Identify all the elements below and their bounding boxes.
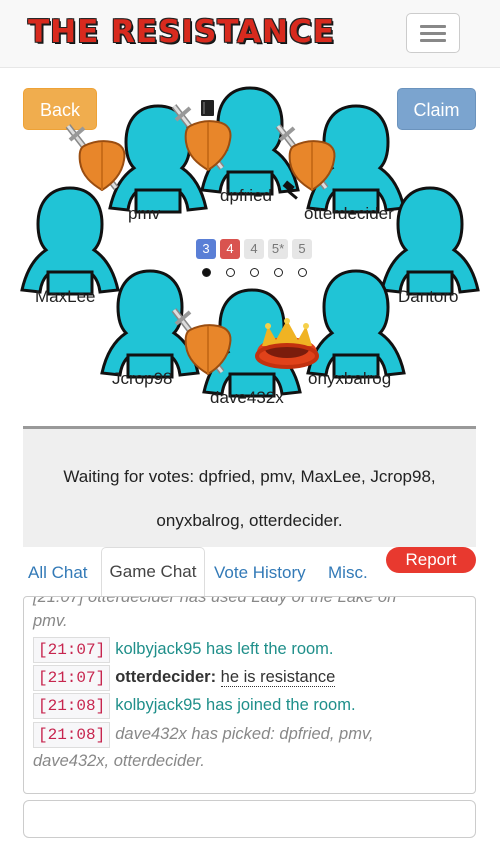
chat-message: [21:07] kolbyjack95 has left the room. xyxy=(33,635,334,663)
mission-box-5: 5 xyxy=(292,239,312,259)
message-text: kolbyjack95 has joined the room. xyxy=(115,696,356,714)
player-name: onyxbalrog xyxy=(308,369,392,388)
chat-message: [21:07] otterdecider has used Lady of th… xyxy=(33,596,397,606)
navbar: THE RESISTANCE xyxy=(0,0,500,68)
game-board: Back Claim pmv dpfried otterdecider MaxL… xyxy=(0,68,500,428)
timestamp: [21:07] xyxy=(33,665,111,691)
message-text: he is resistance xyxy=(220,668,336,687)
player-name: dpfried xyxy=(220,186,272,205)
crown-icon xyxy=(255,318,319,369)
message-user: otterdecider: xyxy=(115,668,217,686)
report-button[interactable]: Report xyxy=(386,547,476,573)
chat-message-continued: dave432x, otterdecider. xyxy=(33,752,205,770)
status-text: Waiting for votes: dpfried, pmv, MaxLee,… xyxy=(23,455,476,543)
tab-misc[interactable]: Misc. xyxy=(328,563,368,583)
tab-all-chat[interactable]: All Chat xyxy=(28,563,88,583)
player-name: MaxLee xyxy=(35,287,96,306)
timestamp: [21:08] xyxy=(33,693,111,719)
app-logo[interactable]: THE RESISTANCE xyxy=(28,12,335,52)
chat-input[interactable] xyxy=(23,800,476,838)
hammer-icon xyxy=(282,180,298,200)
team-shield-icon xyxy=(168,304,238,384)
mission-box-1: 3 xyxy=(196,239,216,259)
mission-box-2: 4 xyxy=(220,239,240,259)
status-line-1: Waiting for votes: dpfried, pmv, MaxLee,… xyxy=(63,467,436,486)
player-name: Jcrop98 xyxy=(112,369,173,388)
message-text: kolbyjack95 has left the room. xyxy=(115,640,334,658)
tab-vote-history[interactable]: Vote History xyxy=(214,563,306,583)
chat-message: [21:07] otterdecider: he is resistance xyxy=(33,663,336,691)
vote-track-dot xyxy=(250,268,259,277)
team-shield-icon xyxy=(62,120,132,200)
game-status-panel: Waiting for votes: dpfried, pmv, MaxLee,… xyxy=(23,426,476,547)
vote-track-dot xyxy=(226,268,235,277)
vote-track-dot xyxy=(298,268,307,277)
mission-box-3: 4 xyxy=(244,239,264,259)
tab-game-chat[interactable]: Game Chat xyxy=(101,547,205,597)
message-text: dave432x has picked: dpfried, pmv, xyxy=(115,725,374,743)
status-line-2: onyxbalrog, otterdecider. xyxy=(156,511,343,530)
hamburger-icon xyxy=(420,25,446,28)
timestamp: [21:07] xyxy=(33,637,111,663)
chat-message: [21:08] dave432x has picked: dpfried, pmv… xyxy=(33,720,374,748)
player-name: dave432x xyxy=(210,388,284,407)
chat-message-continued: pmv. xyxy=(33,612,68,630)
timestamp: [21:08] xyxy=(33,722,111,748)
player-name: pmv xyxy=(128,204,161,223)
vote-track-dot xyxy=(202,268,211,277)
chat-message: [21:08] kolbyjack95 has joined the room. xyxy=(33,691,356,719)
book-icon xyxy=(201,100,214,116)
hamburger-menu-button[interactable] xyxy=(406,13,460,53)
vote-track-dot xyxy=(274,268,283,277)
chat-log[interactable]: [21:07] otterdecider has used Lady of th… xyxy=(23,596,476,794)
mission-box-4: 5* xyxy=(268,239,288,259)
